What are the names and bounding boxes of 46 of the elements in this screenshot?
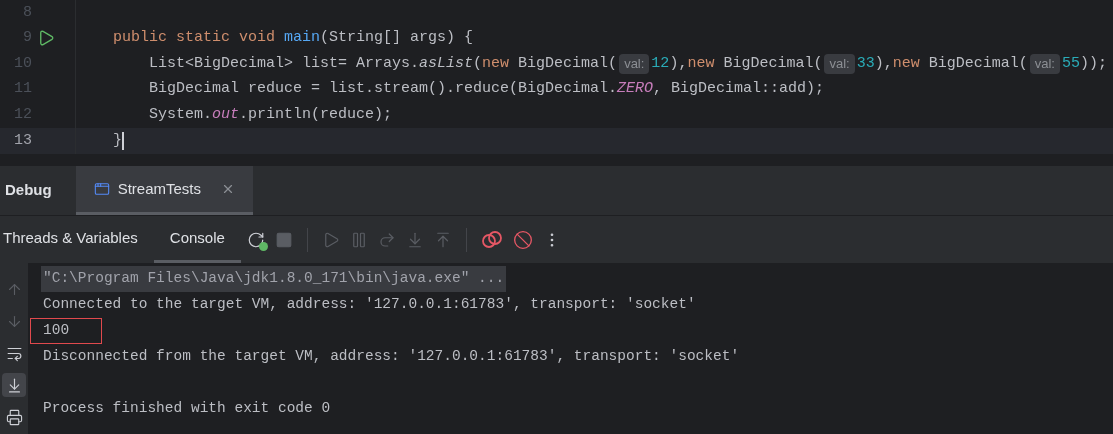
tab-label: StreamTests (117, 178, 202, 199)
code-token: 55 (1062, 53, 1080, 74)
code-token: ), (874, 53, 893, 74)
window-icon (93, 181, 110, 197)
breakpoints-icon[interactable] (480, 229, 503, 250)
mute-breakpoints-icon[interactable] (512, 229, 533, 250)
code-token: new (687, 53, 716, 74)
code-token: BigDecimal reduce = list.stream().reduce(BigDecimal. (149, 79, 618, 100)
code-token: out (212, 104, 240, 125)
inlay-hint: val: (1029, 54, 1060, 74)
code-token: new (482, 53, 511, 74)
panel-title: Debug (4, 180, 53, 201)
text-caret (122, 131, 124, 150)
panel-tab[interactable]: Console (153, 216, 241, 263)
code-token: BigDecimal( (723, 53, 823, 74)
session-tab[interactable]: StreamTests (75, 166, 254, 215)
code-token: main (284, 28, 321, 49)
inlay-hint: val: (619, 54, 650, 74)
run-icon[interactable] (37, 29, 55, 48)
code-token: )); (1080, 53, 1107, 74)
code-token: BigDecimal( (518, 53, 618, 74)
inlay-hint: val: (824, 54, 855, 74)
code-token: public static void (113, 28, 277, 49)
console-command: "C:\Program Files\Java\jdk1.8.0_171\bin\java.exe" ... (41, 266, 507, 292)
code-token: new (892, 53, 921, 74)
console-exit-message: Process finished with exit code 0 (43, 399, 331, 419)
code-token: ( (473, 53, 483, 74)
code-token: BigDecimal( (928, 53, 1028, 74)
console-output: Connected to the target VM, address: '127.0.0.1:61783', transport: 'socket' (43, 295, 696, 315)
code-token: asList (419, 53, 474, 74)
code-token: 33 (856, 53, 875, 74)
code-token: 12 (651, 53, 670, 74)
code-token: (String[] args) { (320, 28, 474, 49)
code-token: .println(reduce); (239, 104, 393, 125)
console-output: 100 (30, 318, 102, 344)
code-token: System. (149, 104, 212, 125)
scroll-to-end-icon[interactable] (2, 373, 26, 397)
code-token: List<BigDecimal> list= Arrays. (149, 53, 420, 74)
line-number: 13 (13, 130, 32, 151)
rerun-icon[interactable] (246, 230, 265, 249)
code-token: ), (669, 53, 688, 74)
code-token: ZERO (617, 79, 654, 100)
console-output: Disconnected from the target VM, address: '127.0.0.1:61783', transport: 'socket' (43, 347, 740, 367)
panel-tab[interactable]: Threads & Variables (0, 216, 154, 263)
code-token: } (113, 130, 122, 151)
code-token: , BigDecimal::add); (653, 79, 825, 100)
